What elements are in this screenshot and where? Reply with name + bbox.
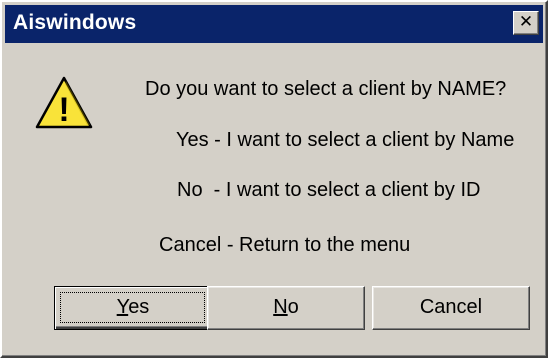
warning-icon: ! [35, 76, 93, 129]
close-button[interactable]: ✕ [513, 11, 539, 35]
window-title: Aiswindows [13, 11, 137, 34]
no-mnemonic: N [273, 296, 288, 318]
close-icon: ✕ [518, 12, 534, 32]
warning-glyph: ! [58, 91, 69, 129]
cancel-label: Cancel [419, 296, 483, 318]
cancel-button[interactable]: Cancel [372, 286, 530, 330]
cancel-option-text: Cancel - Return to the menu [159, 234, 411, 256]
title-bar[interactable]: Aiswindows ✕ [5, 5, 543, 43]
no-option-text: No - I want to select a client by ID [177, 179, 481, 201]
no-button[interactable]: No [207, 286, 365, 330]
message-dialog: Aiswindows ✕ ! Do you want to select a c… [0, 0, 548, 358]
no-label-rest: o [287, 296, 299, 318]
yes-option-text: Yes - I want to select a client by Name [176, 129, 515, 151]
question-text: Do you want to select a client by NAME? [145, 78, 507, 100]
focus-rect [60, 292, 205, 323]
yes-button[interactable]: Yes [54, 286, 212, 330]
